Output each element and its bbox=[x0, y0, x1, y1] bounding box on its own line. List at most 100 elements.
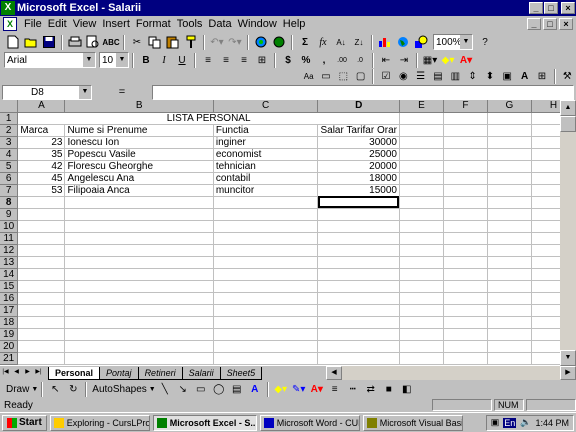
copy-icon[interactable] bbox=[146, 34, 164, 51]
cell[interactable] bbox=[443, 160, 488, 173]
row-header[interactable]: 15 bbox=[0, 280, 19, 293]
cell[interactable] bbox=[213, 268, 319, 281]
row-header[interactable]: 17 bbox=[0, 304, 19, 317]
row-header[interactable]: 19 bbox=[0, 328, 19, 341]
cell[interactable] bbox=[487, 268, 532, 281]
workbook-icon[interactable]: X bbox=[3, 17, 17, 31]
dash-style-icon[interactable]: ┅ bbox=[344, 381, 362, 398]
align-left-icon[interactable]: ≡ bbox=[199, 52, 217, 69]
cell[interactable] bbox=[443, 280, 488, 293]
print-preview-icon[interactable] bbox=[84, 34, 102, 51]
row-header[interactable]: 3 bbox=[0, 136, 19, 149]
cell[interactable] bbox=[17, 220, 66, 233]
maximize-button[interactable]: □ bbox=[544, 2, 558, 14]
data-cell-marca[interactable]: 35 bbox=[17, 148, 66, 161]
column-header-e[interactable]: E bbox=[399, 100, 444, 113]
cell[interactable] bbox=[317, 340, 400, 353]
line-style-icon[interactable]: ≡ bbox=[326, 381, 344, 398]
combo-box-icon[interactable]: ▤ bbox=[429, 68, 446, 85]
cell[interactable] bbox=[443, 244, 488, 257]
office-assistant-icon[interactable]: ? bbox=[476, 34, 494, 51]
cell[interactable] bbox=[213, 316, 319, 329]
menu-window[interactable]: Window bbox=[235, 18, 280, 30]
cell[interactable] bbox=[487, 136, 532, 149]
clock[interactable]: 1:44 PM bbox=[535, 418, 569, 428]
scroll-left-icon[interactable]: ◀ bbox=[326, 366, 342, 380]
cell-table[interactable]: A B C D E F G H 1 LISTA PERSONAL 2 Marca Nume si Pre… bbox=[0, 100, 576, 365]
control-properties-icon[interactable]: ▣ bbox=[499, 68, 516, 85]
wordart-icon[interactable]: A bbox=[246, 381, 264, 398]
header-cell[interactable]: Marca bbox=[17, 124, 66, 137]
cell[interactable] bbox=[487, 292, 532, 305]
cell[interactable] bbox=[487, 184, 532, 197]
chevron-down-icon[interactable]: ▼ bbox=[79, 85, 91, 99]
name-box[interactable]: D8 ▼ bbox=[2, 84, 92, 100]
cell[interactable] bbox=[443, 112, 488, 125]
sort-descending-icon[interactable]: Z↓ bbox=[350, 34, 368, 51]
tab-retineri[interactable]: Retineri bbox=[137, 366, 183, 380]
line-color-icon[interactable]: ✎▾ bbox=[290, 381, 308, 398]
data-cell-functia[interactable]: economist bbox=[213, 148, 319, 161]
cell[interactable] bbox=[399, 196, 444, 209]
data-cell-nume[interactable]: Ionescu Ion bbox=[64, 136, 214, 149]
cell[interactable] bbox=[399, 304, 444, 317]
arrow-icon[interactable]: ↘ bbox=[174, 381, 192, 398]
row-header[interactable]: 14 bbox=[0, 268, 19, 281]
cell[interactable] bbox=[487, 352, 532, 365]
taskbar-button[interactable]: Exploring - CursLProg bbox=[49, 414, 150, 431]
scroll-bar-icon[interactable]: ⇕ bbox=[464, 68, 481, 85]
header-cell[interactable]: Salar Tarifar Orar bbox=[317, 124, 400, 137]
cell[interactable] bbox=[17, 328, 66, 341]
cell[interactable] bbox=[399, 340, 444, 353]
data-cell-functia[interactable]: muncitor bbox=[213, 184, 319, 197]
cell[interactable] bbox=[64, 304, 214, 317]
cell[interactable] bbox=[213, 340, 319, 353]
data-cell-nume[interactable]: Filipoaia Anca bbox=[64, 184, 214, 197]
cell[interactable] bbox=[17, 292, 66, 305]
zoom-select[interactable]: 100% ▼ bbox=[433, 34, 473, 50]
cell[interactable] bbox=[317, 244, 400, 257]
row-header[interactable]: 10 bbox=[0, 220, 19, 233]
cell[interactable] bbox=[487, 256, 532, 269]
column-header-f[interactable]: F bbox=[443, 100, 488, 113]
data-cell-salar[interactable]: 30000 bbox=[317, 136, 400, 149]
cell[interactable] bbox=[399, 112, 444, 125]
cell[interactable] bbox=[399, 316, 444, 329]
comma-style-icon[interactable]: , bbox=[315, 52, 333, 69]
toggle-grid-icon[interactable]: ⊞ bbox=[533, 68, 550, 85]
chart-wizard-icon[interactable] bbox=[376, 34, 394, 51]
data-cell-nume[interactable]: Florescu Gheorghe bbox=[64, 160, 214, 173]
row-header[interactable]: 21 bbox=[0, 352, 19, 365]
run-dialog-icon[interactable]: ⚒ bbox=[559, 68, 576, 85]
close-button[interactable]: × bbox=[561, 2, 575, 14]
cell[interactable] bbox=[213, 208, 319, 221]
cell[interactable] bbox=[64, 316, 214, 329]
new-icon[interactable] bbox=[4, 34, 22, 51]
checkbox-icon[interactable]: ☑ bbox=[377, 68, 394, 85]
data-cell-salar[interactable]: 25000 bbox=[317, 148, 400, 161]
cell[interactable] bbox=[487, 148, 532, 161]
cell[interactable] bbox=[487, 160, 532, 173]
cell[interactable] bbox=[443, 184, 488, 197]
font-color-icon[interactable]: A▾ bbox=[308, 381, 326, 398]
scroll-thumb[interactable] bbox=[560, 116, 576, 132]
cell[interactable] bbox=[213, 280, 319, 293]
underline-icon[interactable]: U bbox=[173, 52, 191, 69]
scroll-right-icon[interactable]: ▶ bbox=[560, 366, 576, 380]
edit-code-icon[interactable]: A bbox=[516, 68, 533, 85]
chevron-down-icon[interactable]: ▼ bbox=[460, 35, 472, 49]
cell[interactable] bbox=[443, 268, 488, 281]
option-button-icon[interactable]: ◉ bbox=[395, 68, 412, 85]
cell[interactable] bbox=[64, 244, 214, 257]
cell[interactable] bbox=[487, 340, 532, 353]
prev-sheet-icon[interactable]: ◀ bbox=[11, 367, 22, 379]
volume-icon[interactable]: 🔈 bbox=[520, 417, 531, 428]
cell[interactable] bbox=[64, 340, 214, 353]
cell[interactable] bbox=[443, 124, 488, 137]
fill-color-icon[interactable]: ◆▾ bbox=[439, 52, 457, 69]
align-center-icon[interactable]: ≡ bbox=[217, 52, 235, 69]
scroll-up-icon[interactable]: ▲ bbox=[560, 100, 576, 116]
cell[interactable] bbox=[487, 220, 532, 233]
cell[interactable] bbox=[64, 328, 214, 341]
data-cell-functia[interactable]: contabil bbox=[213, 172, 319, 185]
